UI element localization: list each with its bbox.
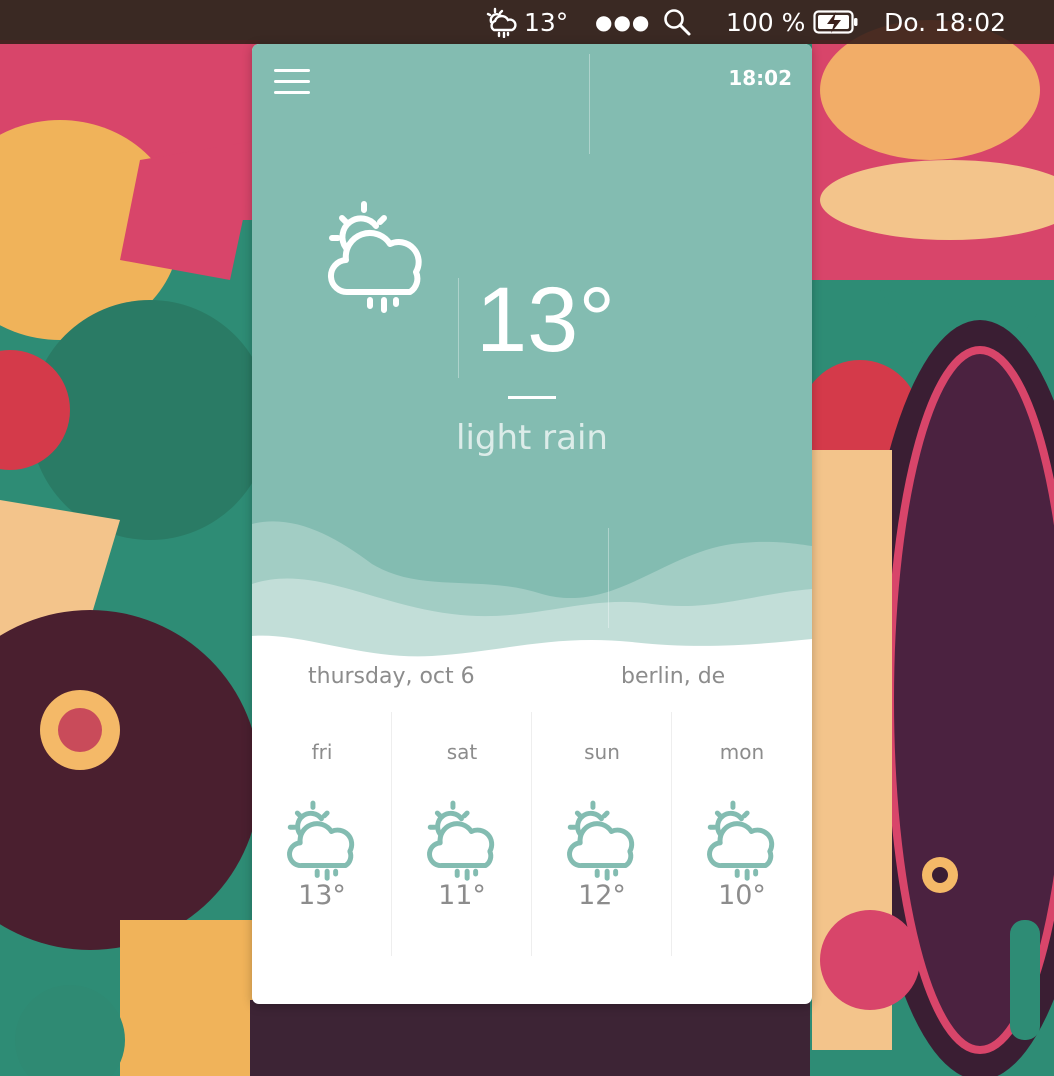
search-icon[interactable] — [662, 0, 692, 44]
wave-decoration — [252, 521, 812, 684]
cloud-sun-rain-icon — [707, 800, 775, 881]
hamburger-menu-icon[interactable] — [274, 69, 310, 95]
forecast-day-temp: 11° — [438, 880, 486, 911]
battery-status[interactable]: 100 % — [726, 0, 859, 44]
forecast-day: fri 13° — [252, 712, 392, 956]
decorative-line — [589, 54, 590, 154]
cloud-sun-rain-icon — [486, 7, 517, 38]
forecast-day: sat 11° — [392, 712, 532, 956]
cloud-sun-rain-icon — [427, 800, 495, 881]
forecast-day-temp: 12° — [578, 880, 626, 911]
forecast-day: sun 12° — [532, 712, 672, 956]
forecast-day-name: sun — [584, 740, 620, 764]
weather-widget: 18:02 13° light rain thursday, oct 6 ber… — [252, 44, 812, 1004]
menubar-weather-temp: 13° — [524, 7, 569, 37]
cloud-sun-rain-icon — [328, 201, 422, 313]
ellipsis-icon[interactable]: ●●● — [595, 0, 650, 44]
menu-bar: 13° ●●● 100 % Do. 18:02 — [0, 0, 1054, 44]
cloud-sun-rain-icon — [287, 800, 355, 881]
forecast-list: fri 13° sat 11° sun 12° mon 10° — [252, 712, 812, 956]
forecast-day: mon 10° — [672, 712, 812, 956]
forecast-day-temp: 10° — [718, 880, 766, 911]
current-temperature: 13° — [476, 269, 616, 371]
weather-condition: light rain — [456, 418, 608, 458]
decorative-line — [458, 278, 459, 378]
forecast-day-name: fri — [311, 740, 333, 764]
forecast-day-name: sat — [446, 740, 478, 764]
menubar-weather-item[interactable]: 13° — [486, 0, 568, 44]
temperature-divider — [508, 396, 556, 399]
forecast-day-temp: 13° — [298, 880, 346, 911]
widget-time: 18:02 — [728, 66, 792, 90]
forecast-day-name: mon — [719, 740, 765, 764]
menubar-clock[interactable]: Do. 18:02 — [884, 0, 1006, 44]
battery-percent: 100 % — [726, 7, 806, 37]
current-location: berlin, de — [621, 664, 726, 689]
battery-charging-icon — [813, 10, 858, 34]
cloud-sun-rain-icon — [567, 800, 635, 881]
current-date: thursday, oct 6 — [308, 664, 475, 689]
